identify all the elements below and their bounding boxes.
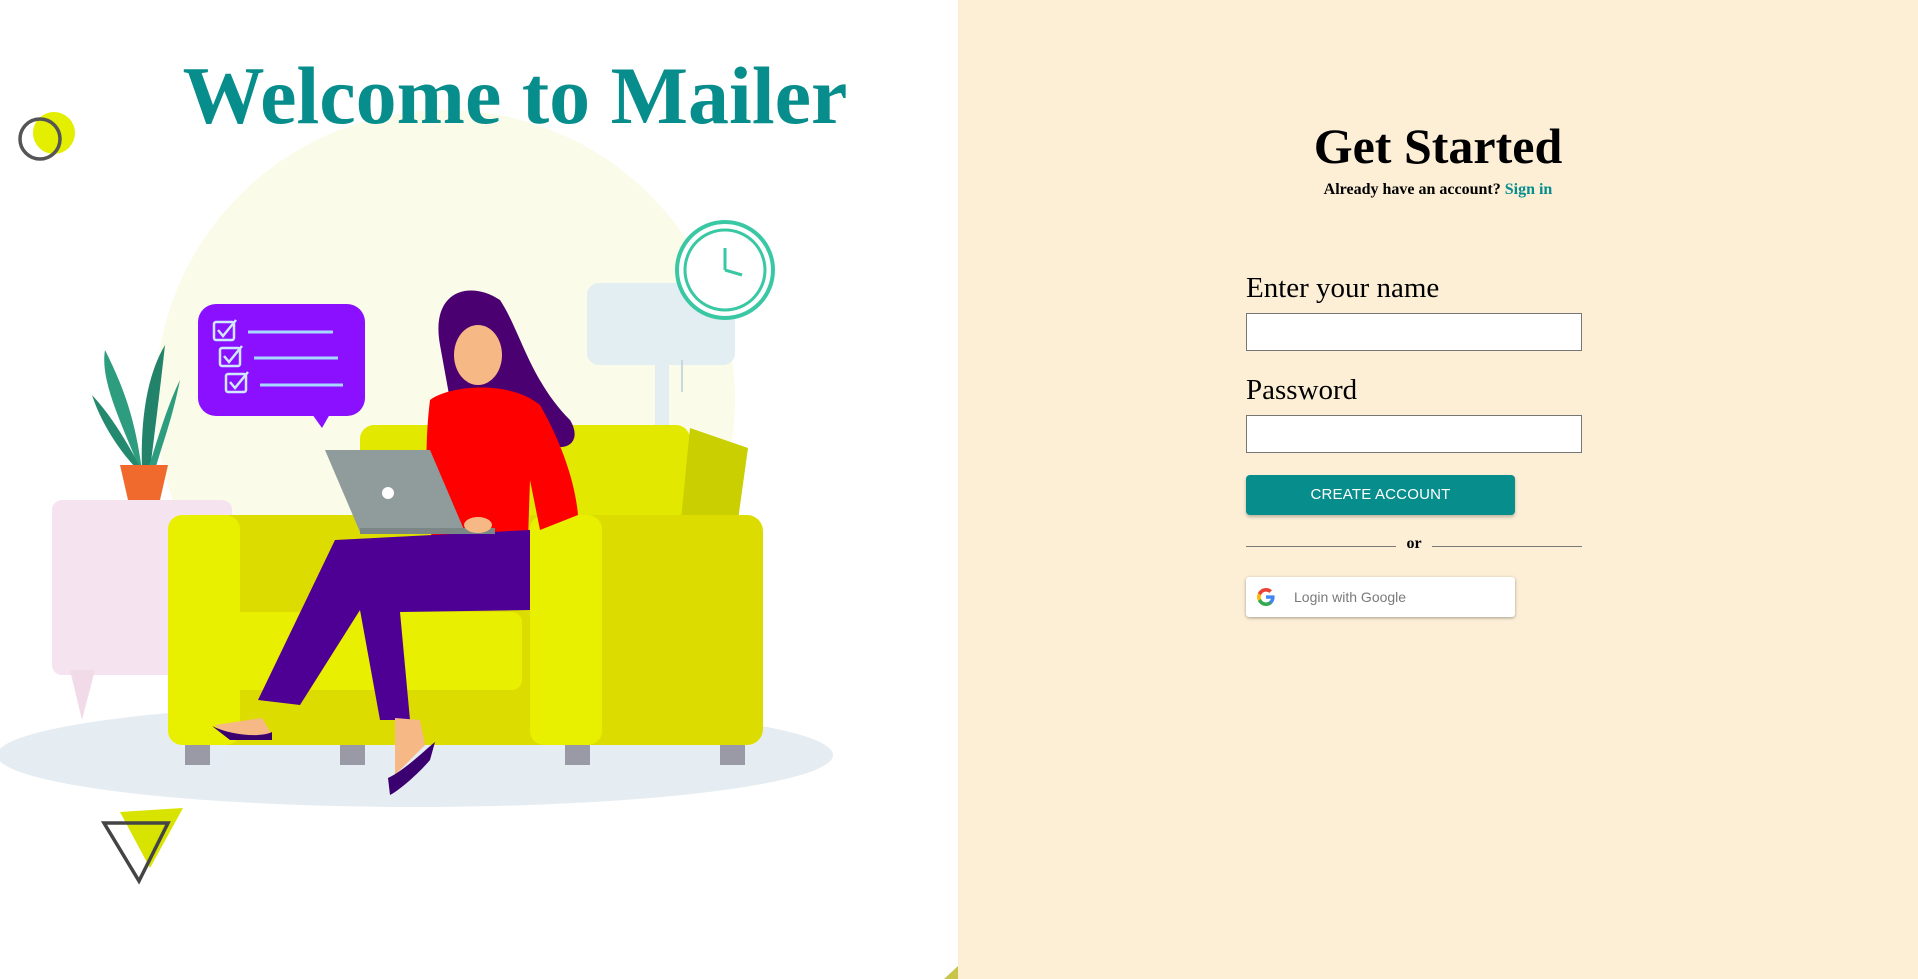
divider-right bbox=[1432, 546, 1582, 547]
corner-decoration bbox=[944, 966, 958, 979]
welcome-title: Welcome to Mailer bbox=[182, 50, 848, 141]
hero-panel: Welcome to Mailer bbox=[0, 0, 958, 979]
clock-icon bbox=[675, 220, 775, 320]
woman-on-sofa-illustration bbox=[0, 110, 833, 885]
google-login-label: Login with Google bbox=[1294, 589, 1407, 605]
name-label: Enter your name bbox=[1246, 272, 1440, 304]
password-label: Password bbox=[1246, 374, 1358, 406]
google-login-button[interactable]: Login with Google bbox=[1246, 577, 1515, 617]
checklist-bubble-icon bbox=[198, 304, 365, 428]
name-input[interactable] bbox=[1246, 313, 1582, 351]
triangles-decoration bbox=[100, 808, 183, 885]
signin-prompt-text: Already have an account? bbox=[1323, 181, 1501, 198]
get-started-title: Get Started bbox=[1313, 118, 1563, 174]
create-account-button[interactable]: CREATE ACCOUNT bbox=[1246, 475, 1515, 515]
signin-prompt: Already have an account? Sign in bbox=[1200, 181, 1676, 199]
google-icon bbox=[1257, 588, 1275, 606]
signin-link[interactable]: Sign in bbox=[1505, 181, 1553, 198]
divider-left bbox=[1246, 546, 1396, 547]
password-input[interactable] bbox=[1246, 415, 1582, 453]
or-separator: or bbox=[1406, 535, 1422, 552]
